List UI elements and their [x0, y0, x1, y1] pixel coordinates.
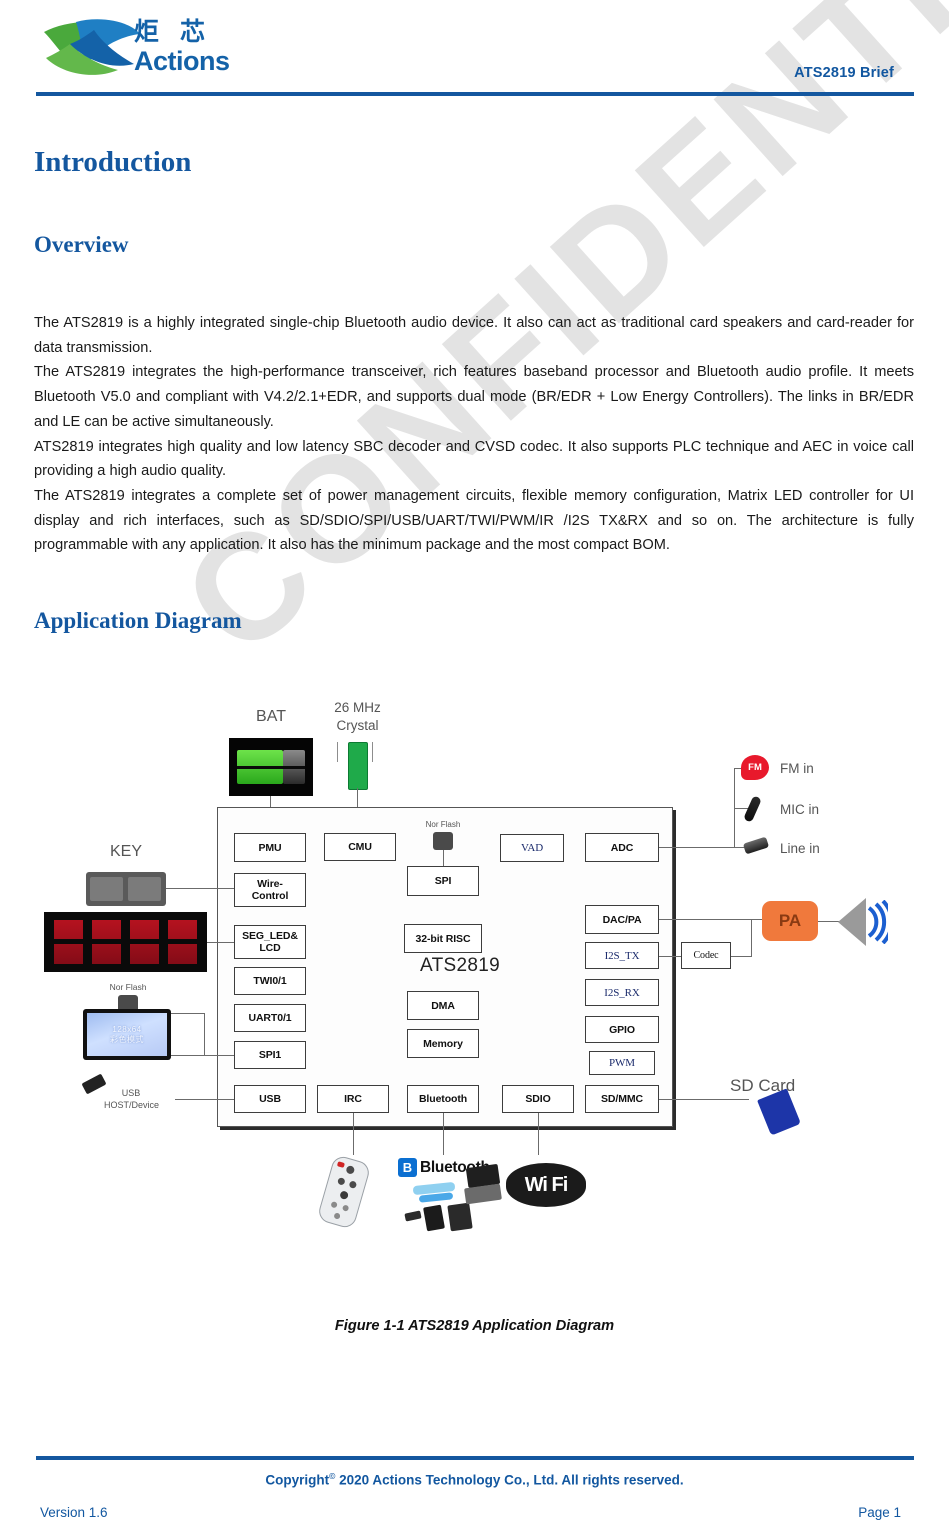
block-wire-control-line2: Control — [251, 890, 289, 902]
mic-in-label: MIC in — [780, 802, 820, 817]
block-wire-control[interactable]: Wire- Control — [234, 873, 306, 907]
block-sdio[interactable]: SDIO — [502, 1085, 574, 1113]
block-risc[interactable]: 32-bit RISC — [404, 924, 482, 953]
overview-paragraph: The ATS2819 integrates the high-performa… — [34, 364, 914, 430]
crystal-label-line1: 26 MHz — [334, 700, 381, 715]
lcd-display: 128x64 彩色模式 — [83, 1009, 171, 1060]
wire-lcd-spi1 — [171, 1055, 234, 1057]
block-seg-led-lcd[interactable]: SEG_LED& LCD — [234, 925, 306, 959]
block-irc[interactable]: IRC — [317, 1085, 389, 1113]
lcd-mode-text: 彩色模式 — [110, 1034, 144, 1044]
page-title: Introduction — [34, 146, 192, 178]
wire-segled-block — [207, 942, 234, 944]
overview-paragraph: The ATS2819 is a highly integrated singl… — [34, 315, 914, 356]
logo-en-text: Actions — [134, 46, 230, 76]
wifi-wordmark: Wi Fi — [524, 1173, 569, 1196]
copyright-rest: 2020 Actions Technology Co., Ltd. All ri… — [335, 1472, 684, 1488]
copyright-notice: Copyright© 2020 Actions Technology Co., … — [0, 1471, 949, 1488]
nor-flash-top-label: Nor Flash — [425, 820, 461, 829]
wire-usb-block — [175, 1099, 234, 1101]
seg-led-display — [44, 912, 207, 972]
block-seg-led-line2: LCD — [259, 942, 281, 954]
wire-i2stx-codec — [659, 956, 681, 958]
lcd-resolution-text: 128x64 — [112, 1024, 142, 1034]
battery-image — [229, 738, 313, 796]
block-spi[interactable]: SPI — [407, 866, 479, 896]
chip-name-label: ATS2819 — [420, 955, 500, 976]
page-header: 炬 芯 Actions ATS2819 Brief — [0, 0, 949, 105]
wire-xtal-left — [337, 742, 339, 762]
document-version: Version 1.6 — [40, 1505, 108, 1520]
usb-host-label-line1: USB — [121, 1088, 141, 1098]
wifi-logo: Wi Fi — [506, 1163, 586, 1207]
block-pmu[interactable]: PMU — [234, 833, 306, 862]
header-doc-title: ATS2819 Brief — [794, 65, 894, 81]
overview-paragraph: ATS2819 integrates high quality and low … — [34, 438, 914, 480]
key-module-image — [86, 872, 166, 906]
wire-xtal-right — [372, 742, 374, 762]
nor-flash-top-chip — [433, 832, 453, 850]
figure-caption: Figure 1-1 ATS2819 Application Diagram — [334, 1318, 615, 1334]
line-in-plug-icon — [742, 836, 770, 855]
block-adc[interactable]: ADC — [585, 833, 659, 862]
wire-bt-devices — [443, 1113, 445, 1155]
wire-codec-pa — [751, 919, 753, 957]
page-number: Page 1 — [858, 1505, 901, 1520]
block-gpio[interactable]: GPIO — [585, 1016, 659, 1043]
wire-norflash-spi — [443, 850, 445, 866]
bat-label: BAT — [256, 708, 286, 725]
usb-host-label-line2: HOST/Device — [103, 1100, 159, 1110]
pa-block[interactable]: PA — [762, 901, 818, 941]
wire-dacpa-out — [659, 919, 762, 921]
line-in-label: Line in — [780, 841, 820, 856]
wire-sdio-wifi — [538, 1113, 540, 1155]
wire-irc-remote — [353, 1113, 355, 1155]
remote-control-image — [316, 1154, 372, 1230]
block-i2s-rx[interactable]: I2S_RX — [585, 979, 659, 1006]
block-dac-pa[interactable]: DAC/PA — [585, 905, 659, 934]
block-sd-mmc[interactable]: SD/MMC — [585, 1085, 659, 1113]
header-divider — [36, 92, 914, 96]
wire-sdmmc-card — [659, 1099, 749, 1101]
block-wire-control-line1: Wire- — [257, 878, 283, 890]
logo-cn-text: 炬 芯 — [134, 18, 212, 46]
speaker-waves-icon — [866, 899, 894, 945]
crystal-image — [348, 742, 368, 790]
document-page: 炬 芯 Actions ATS2819 Brief Introduction O… — [0, 0, 949, 1536]
block-vad[interactable]: VAD — [500, 834, 564, 862]
block-pwm[interactable]: PWM — [589, 1051, 655, 1075]
wire-key-wirecontrol — [166, 888, 234, 890]
block-seg-led-line1: SEG_LED& — [242, 930, 298, 942]
block-memory[interactable]: Memory — [407, 1029, 479, 1058]
wire-adc-out — [659, 847, 734, 849]
wire-codec-out — [731, 956, 752, 958]
block-uart[interactable]: UART0/1 — [234, 1004, 306, 1032]
block-twi[interactable]: TWI0/1 — [234, 967, 306, 995]
block-bluetooth[interactable]: Bluetooth — [407, 1085, 479, 1113]
copyright-word: Copyright — [265, 1472, 330, 1488]
fm-in-label: FM in — [780, 761, 814, 776]
overview-text: The ATS2819 is a highly integrated singl… — [34, 311, 914, 558]
fm-icon: FM — [741, 755, 769, 780]
overview-paragraph: The ATS2819 integrates a complete set of… — [34, 487, 914, 554]
nor-flash-left-label: Nor Flash — [109, 982, 147, 992]
block-i2s-tx[interactable]: I2S_TX — [585, 942, 659, 969]
actions-logo: 炬 芯 Actions — [36, 14, 230, 86]
block-codec[interactable]: Codec — [681, 942, 731, 969]
section-heading-application-diagram: Application Diagram — [34, 608, 242, 633]
section-heading-overview: Overview — [34, 232, 129, 257]
wire-norflash-left-v — [204, 1013, 206, 1055]
bluetooth-devices-image — [404, 1163, 502, 1232]
crystal-label-line2: Crystal — [336, 718, 379, 733]
key-label: KEY — [109, 843, 142, 860]
bluetooth-mark-icon: B — [398, 1158, 417, 1177]
block-dma[interactable]: DMA — [407, 991, 479, 1020]
wire-pa-speaker — [818, 921, 840, 923]
speaker-icon — [838, 898, 866, 946]
block-cmu[interactable]: CMU — [324, 833, 396, 861]
block-spi1[interactable]: SPI1 — [234, 1041, 306, 1069]
block-usb[interactable]: USB — [234, 1085, 306, 1113]
footer-divider — [36, 1456, 914, 1460]
